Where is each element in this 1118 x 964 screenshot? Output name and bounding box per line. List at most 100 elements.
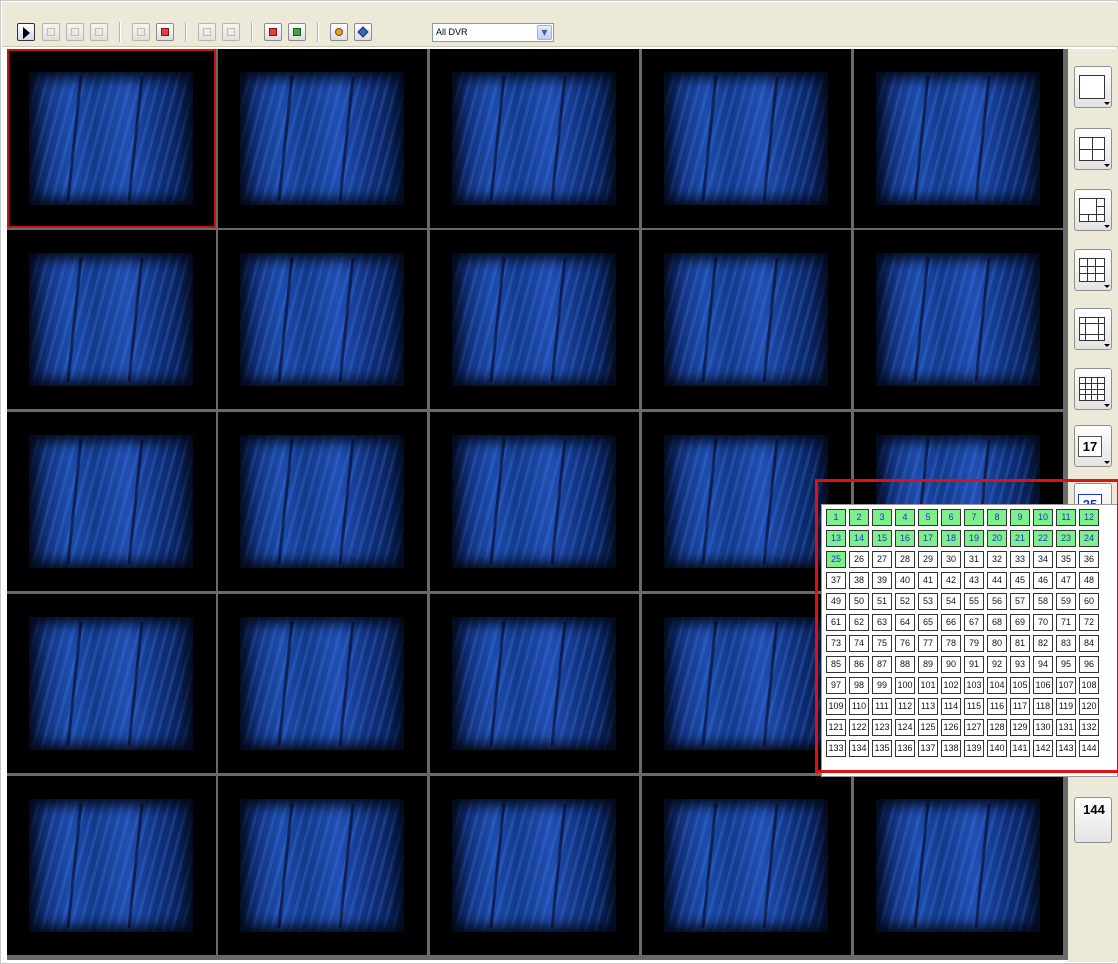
layout-1-icon[interactable] [1074, 66, 1112, 108]
channel-button[interactable]: 7 [964, 509, 984, 526]
sequence-icon[interactable] [264, 23, 282, 41]
video-cell[interactable] [642, 49, 851, 228]
channel-button[interactable]: 99 [872, 677, 892, 694]
channel-button[interactable]: 59 [1056, 593, 1076, 610]
channel-button[interactable]: 13 [826, 530, 846, 547]
settings-pen-icon[interactable] [354, 23, 372, 41]
channel-button[interactable]: 46 [1033, 572, 1053, 589]
video-cell[interactable] [430, 412, 639, 591]
channel-button[interactable]: 96 [1079, 656, 1099, 673]
channel-button[interactable]: 119 [1056, 698, 1076, 715]
ptz-icon[interactable] [330, 23, 348, 41]
channel-button[interactable]: 114 [941, 698, 961, 715]
channel-button[interactable]: 142 [1033, 740, 1053, 757]
channel-button[interactable]: 27 [872, 551, 892, 568]
channel-button[interactable]: 101 [918, 677, 938, 694]
channel-button[interactable]: 35 [1056, 551, 1076, 568]
channel-button[interactable]: 48 [1079, 572, 1099, 589]
channel-button[interactable]: 127 [964, 719, 984, 736]
channel-button[interactable]: 91 [964, 656, 984, 673]
dvr-select[interactable]: All DVR ▼ [432, 23, 554, 42]
snapshot-icon[interactable] [132, 23, 150, 41]
video-cell[interactable] [854, 776, 1063, 955]
channel-button[interactable]: 21 [1010, 530, 1030, 547]
channel-button[interactable]: 84 [1079, 635, 1099, 652]
channel-button[interactable]: 18 [941, 530, 961, 547]
channel-button[interactable]: 122 [849, 719, 869, 736]
layout-17-button[interactable]: 17 [1074, 425, 1112, 467]
channel-button[interactable]: 115 [964, 698, 984, 715]
channel-button[interactable]: 17 [918, 530, 938, 547]
video-cell[interactable] [218, 594, 427, 773]
channel-button[interactable]: 53 [918, 593, 938, 610]
channel-button[interactable]: 128 [987, 719, 1007, 736]
channel-button[interactable]: 83 [1056, 635, 1076, 652]
channel-button[interactable]: 126 [941, 719, 961, 736]
channel-button[interactable]: 40 [895, 572, 915, 589]
channel-button[interactable]: 5 [918, 509, 938, 526]
channel-button[interactable]: 138 [941, 740, 961, 757]
layout-16-icon[interactable] [1074, 368, 1112, 410]
channel-button[interactable]: 135 [872, 740, 892, 757]
channel-button[interactable]: 133 [826, 740, 846, 757]
channel-button[interactable]: 8 [987, 509, 1007, 526]
video-cell[interactable] [430, 776, 639, 955]
channel-button[interactable]: 74 [849, 635, 869, 652]
channel-button[interactable]: 4 [895, 509, 915, 526]
zoom-icon[interactable] [42, 23, 60, 41]
video-cell[interactable] [218, 49, 427, 228]
channel-button[interactable]: 113 [918, 698, 938, 715]
channel-button[interactable]: 29 [918, 551, 938, 568]
channel-button[interactable]: 88 [895, 656, 915, 673]
video-cell[interactable] [854, 230, 1063, 409]
channel-button[interactable]: 55 [964, 593, 984, 610]
video-cell[interactable] [7, 49, 216, 228]
channel-button[interactable]: 3 [872, 509, 892, 526]
channel-button[interactable]: 103 [964, 677, 984, 694]
channel-button[interactable]: 19 [964, 530, 984, 547]
channel-button[interactable]: 105 [1010, 677, 1030, 694]
channel-button[interactable]: 90 [941, 656, 961, 673]
channel-button[interactable]: 93 [1010, 656, 1030, 673]
channel-button[interactable]: 132 [1079, 719, 1099, 736]
channel-button[interactable]: 134 [849, 740, 869, 757]
layout-10-icon[interactable] [1074, 308, 1112, 350]
channel-button[interactable]: 67 [964, 614, 984, 631]
channel-button[interactable]: 130 [1033, 719, 1053, 736]
channel-button[interactable]: 42 [941, 572, 961, 589]
video-cell[interactable] [430, 230, 639, 409]
channel-button[interactable]: 76 [895, 635, 915, 652]
channel-button[interactable]: 107 [1056, 677, 1076, 694]
channel-button[interactable]: 11 [1056, 509, 1076, 526]
channel-button[interactable]: 140 [987, 740, 1007, 757]
channel-button[interactable]: 68 [987, 614, 1007, 631]
video-cell[interactable] [854, 49, 1063, 228]
channel-button[interactable]: 32 [987, 551, 1007, 568]
layout-9-icon[interactable] [1074, 249, 1112, 291]
channel-button[interactable]: 22 [1033, 530, 1053, 547]
channel-button[interactable]: 28 [895, 551, 915, 568]
channel-button[interactable]: 144 [1079, 740, 1099, 757]
record-icon[interactable] [156, 23, 174, 41]
channel-button[interactable]: 60 [1079, 593, 1099, 610]
channel-button[interactable]: 43 [964, 572, 984, 589]
channel-button[interactable]: 62 [849, 614, 869, 631]
channel-button[interactable]: 131 [1056, 719, 1076, 736]
channel-button[interactable]: 98 [849, 677, 869, 694]
fullscreen-icon[interactable] [90, 23, 108, 41]
chevron-down-icon[interactable]: ▼ [537, 25, 552, 40]
channel-button[interactable]: 97 [826, 677, 846, 694]
channel-button[interactable]: 118 [1033, 698, 1053, 715]
channel-button[interactable]: 34 [1033, 551, 1053, 568]
channel-button[interactable]: 63 [872, 614, 892, 631]
layout-icon[interactable] [66, 23, 84, 41]
channel-button[interactable]: 23 [1056, 530, 1076, 547]
channel-button[interactable]: 12 [1079, 509, 1099, 526]
channel-button[interactable]: 100 [895, 677, 915, 694]
channel-button[interactable]: 54 [941, 593, 961, 610]
channel-button[interactable]: 38 [849, 572, 869, 589]
channel-button[interactable]: 44 [987, 572, 1007, 589]
channel-button[interactable]: 61 [826, 614, 846, 631]
video-cell[interactable] [642, 412, 851, 591]
video-cell[interactable] [7, 412, 216, 591]
